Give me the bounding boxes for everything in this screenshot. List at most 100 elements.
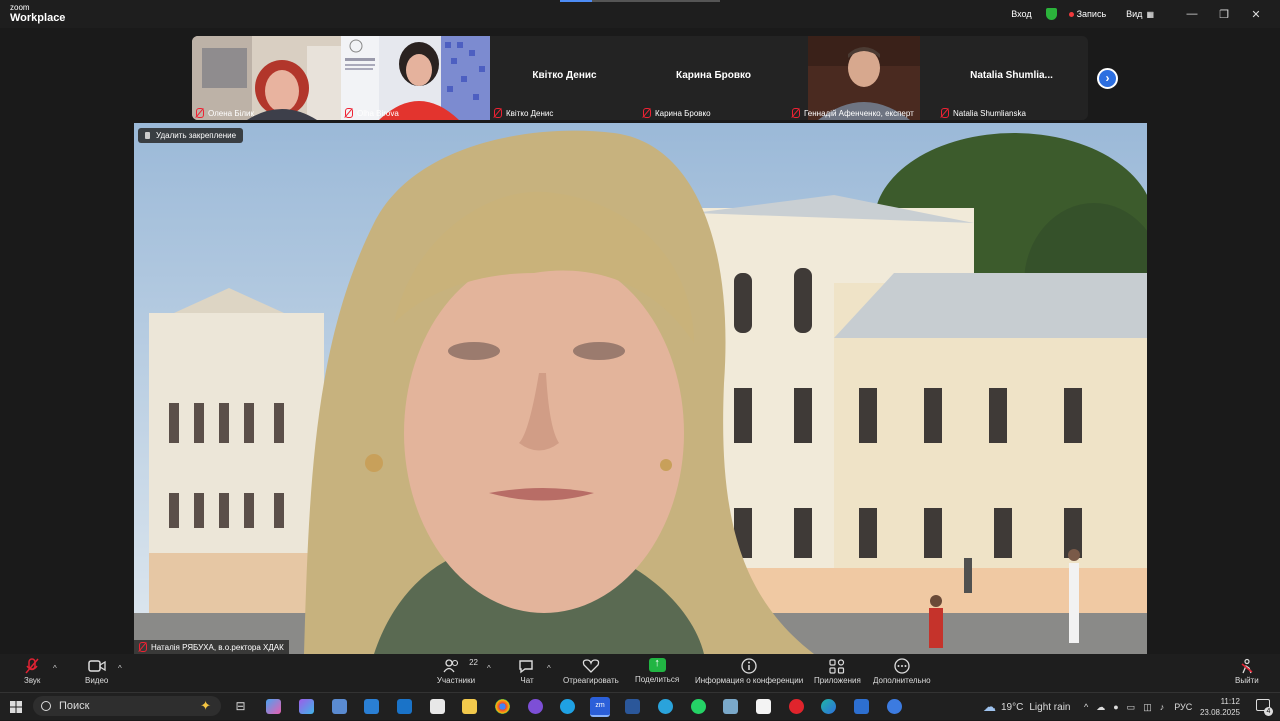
file-explorer-icon[interactable] [462,699,477,714]
mic-muted-icon [345,108,353,118]
participant-caption: Олена Білик [196,108,254,118]
participant-caption: Olha Birova [345,108,399,118]
heart-icon [582,659,600,673]
copilot-icon[interactable] [266,699,281,714]
participant-tile[interactable]: Геннадій Афенченко, експерт [788,36,937,120]
audio-options-caret-icon[interactable]: ^ [53,664,57,673]
chat-button[interactable]: Чат [518,658,536,685]
leave-button[interactable]: Выйти [1235,658,1259,685]
battery-icon[interactable]: ▭ [1127,702,1136,713]
mic-muted-icon [941,108,949,118]
chrome-icon[interactable] [495,699,510,714]
share-screen-icon [648,657,666,672]
task-view-icon[interactable]: ⊟ [233,699,248,714]
drag-handle[interactable] [560,0,720,2]
grid-icon: ▦ [1146,9,1154,19]
whatsapp-icon[interactable] [691,699,706,714]
tray-chevron-up-icon[interactable]: ^ [1084,702,1088,712]
volume-icon[interactable]: ♪ [1160,702,1165,712]
skype-icon[interactable] [560,699,575,714]
participant-tile[interactable]: Квітко Денис Квітко Денис [490,36,639,120]
participant-caption: Natalia Shumlianska [941,108,1026,118]
participant-tile[interactable]: Карина Бровко Карина Бровко [639,36,788,120]
record-label: Запись [1076,9,1107,19]
mic-muted-icon [792,108,800,118]
participant-name: Olha Birova [357,108,399,118]
language-indicator[interactable]: РУС [1174,702,1192,712]
speaker-video-frame [134,123,1147,654]
opera-icon[interactable] [789,699,804,714]
audio-label: Звук [24,676,41,685]
next-page-arrow-icon[interactable]: › [1097,68,1118,89]
chat-options-caret-icon[interactable]: ^ [547,664,551,673]
apps-label: Приложения [814,676,861,685]
audio-button[interactable]: Звук [24,658,40,685]
main-video[interactable]: Удалить закрепление Наталія РЯБУХА, в.о.… [134,123,1147,654]
outlook-icon[interactable] [397,699,412,714]
record-dot-icon [1068,11,1074,17]
participant-display-name: Квітко Денис [532,70,597,81]
enter-button[interactable]: Вход [1011,9,1031,19]
mic-muted-icon [196,108,204,118]
record-indicator[interactable]: Запись [1068,9,1107,19]
react-button[interactable]: Отреагировать [563,658,619,685]
participants-button[interactable]: 22 Участники [434,658,478,685]
participant-tile[interactable]: Olha Birova [341,36,490,120]
viber-icon[interactable] [528,699,543,714]
unpin-button[interactable]: Удалить закрепление [138,128,244,143]
participant-tile[interactable]: Natalia Shumlia... Natalia Shumlianska [937,36,1086,120]
windows-taskbar: Поиск ✦ ⊟ zm ☁ 19°C Light rain ^ ☁ ● ▭ ◫… [0,692,1280,720]
participants-label: Участники [436,676,476,685]
store-icon[interactable] [430,699,445,714]
apps-button[interactable]: Приложения [814,658,861,685]
word-icon[interactable] [625,699,640,714]
telegram-icon[interactable] [658,699,673,714]
mic-muted-icon [25,658,39,674]
calendar-icon[interactable] [364,699,379,714]
notification-center-button[interactable]: 4 [1256,699,1273,716]
weather-widget[interactable]: ☁ 19°C Light rain [983,693,1070,721]
more-button[interactable]: Дополнительно [873,658,931,685]
download-app-icon[interactable] [854,699,869,714]
participant-strip: Олена Білик Olha Birova Квітко Денис Кві… [192,36,1088,120]
restore-button[interactable]: ❐ [1208,8,1240,21]
unpin-label: Удалить закрепление [156,131,237,140]
participant-name: Геннадій Афенченко, експерт [804,108,914,118]
notification-count: 4 [1264,707,1273,716]
video-button[interactable]: Видео [85,658,108,685]
participant-name: Natalia Shumlianska [953,108,1026,118]
security-shield-icon[interactable] [1045,8,1057,20]
zoom-app-icon[interactable]: zm [590,697,610,717]
meeting-info-button[interactable]: Информация о конференции [695,658,803,685]
minimize-button[interactable]: — [1176,8,1208,20]
system-tray[interactable]: ^ ☁ ● ▭ ◫ ♪ РУС [1084,693,1192,721]
edge-icon[interactable] [821,699,836,714]
participant-display-name: Natalia Shumlia... [970,70,1053,81]
taskbar-search[interactable]: Поиск ✦ [33,696,221,716]
mic-tray-icon[interactable]: ● [1113,702,1118,712]
participant-tile[interactable]: Олена Білик [192,36,341,120]
app-icon[interactable] [723,699,738,714]
clock-time: 11:12 [1220,697,1240,706]
react-label: Отреагировать [563,676,619,685]
notepad-icon[interactable] [756,699,771,714]
pin-icon [145,132,150,139]
calculator-icon[interactable] [332,699,347,714]
app-logo: zoom Workplace [10,3,65,24]
leave-icon [1241,658,1253,674]
search-icon [41,701,51,711]
participant-caption: Карина Бровко [643,108,711,118]
more-label: Дополнительно [873,676,931,685]
windows-start-icon[interactable] [10,701,22,713]
participants-options-caret-icon[interactable]: ^ [487,664,491,673]
network-icon[interactable]: ◫ [1143,702,1152,713]
video-options-caret-icon[interactable]: ^ [118,664,122,673]
checkmark-app-icon[interactable] [887,699,902,714]
view-label: Вид [1126,9,1143,19]
teams-icon[interactable] [299,699,314,714]
clock[interactable]: 11:12 23.08.2025 [1200,696,1240,718]
cloud-icon[interactable]: ☁ [1096,702,1105,713]
close-button[interactable]: ✕ [1240,8,1272,21]
share-button[interactable]: Поделиться [635,657,679,684]
view-button[interactable]: Вид ▦ [1126,9,1154,19]
